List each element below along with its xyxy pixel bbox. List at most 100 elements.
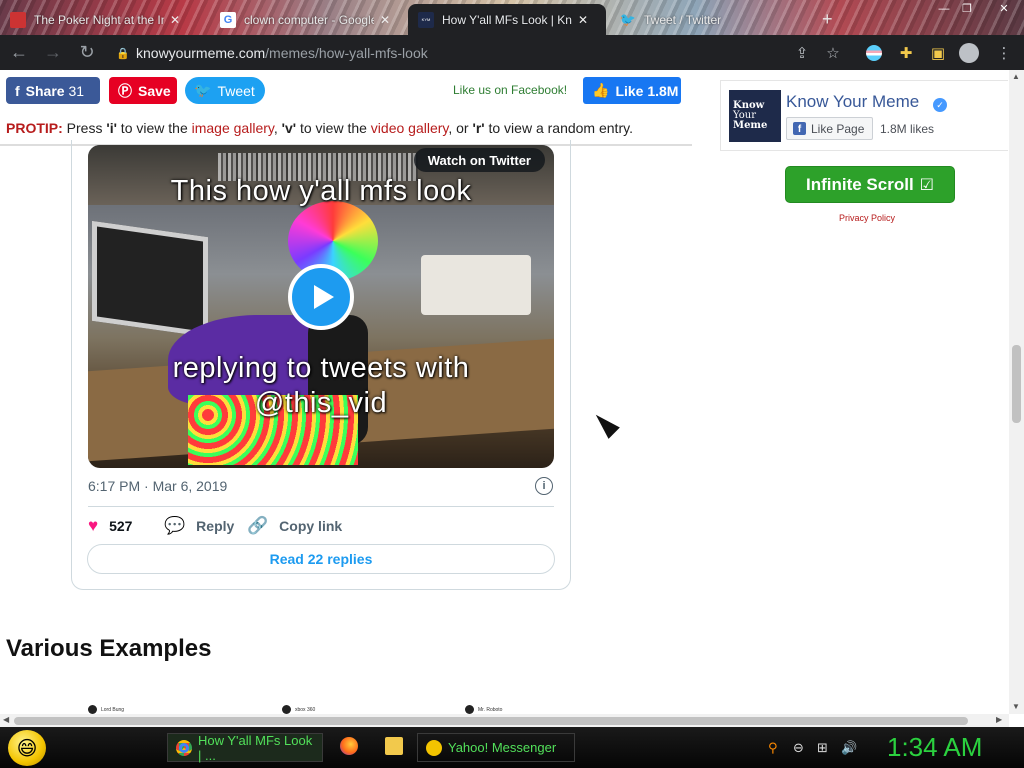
horizontal-scrollbar[interactable]: ◀ ▶	[0, 714, 1009, 727]
thumbnail-username: xbox 360	[295, 706, 316, 713]
tweet-video[interactable]: This how y'all mfs look replying to twee…	[88, 145, 554, 468]
play-button[interactable]	[288, 264, 354, 330]
twitter-bird-icon: 🐦	[194, 82, 212, 98]
logo-text: Meme	[733, 120, 768, 131]
scroll-down-arrow-icon[interactable]: ▼	[1012, 702, 1020, 711]
minimize-icon[interactable]: —	[935, 2, 953, 16]
share-count: 31	[68, 82, 85, 99]
tweet-like-button[interactable]: ♥ 527	[88, 516, 132, 536]
tab-google-search[interactable]: G clown computer - Google Search ✕	[210, 4, 405, 35]
browser-tab-bar: The Poker Night at the Inventory ✕ G clo…	[0, 0, 1024, 35]
like-count: 1.8M	[647, 82, 679, 99]
tab-title: Tweet / Twitter	[644, 12, 722, 27]
close-tab-icon[interactable]: ✕	[380, 13, 390, 27]
restore-icon[interactable]: ❐	[958, 2, 976, 16]
facebook-share-button[interactable]: f Share 31	[6, 77, 100, 104]
chrome-icon	[176, 739, 192, 756]
video-monitor	[92, 220, 208, 338]
twitter-favicon-icon: 🐦	[619, 11, 637, 27]
image-gallery-link[interactable]: image gallery	[192, 120, 274, 136]
privacy-policy-link[interactable]: Privacy Policy	[839, 213, 895, 223]
pinterest-icon: Ⓟ	[118, 82, 132, 99]
close-window-icon[interactable]: ✕	[995, 2, 1013, 16]
facebook-icon: f	[793, 122, 806, 135]
like-page-button[interactable]: f Like Page	[786, 117, 874, 140]
scrollbar-thumb[interactable]	[1012, 345, 1021, 423]
avatar	[465, 705, 474, 714]
watch-on-twitter-button[interactable]: Watch on Twitter	[413, 148, 545, 172]
kym-favicon-icon: KYM	[418, 11, 434, 28]
example-thumbnail[interactable]: xbox 360	[282, 705, 315, 714]
kebab-menu-icon[interactable]: ⋮	[994, 43, 1014, 63]
volume-icon[interactable]: 🔊	[841, 740, 857, 756]
protip-key: 'i'	[106, 120, 117, 136]
infinite-scroll-label: Infinite Scroll	[805, 174, 914, 194]
tab-twitter[interactable]: 🐦 Tweet / Twitter	[610, 4, 810, 35]
video-caption-bottom: replying to tweets with	[172, 352, 470, 384]
tab-kym-active[interactable]: KYM How Y'all MFs Look | Know Your Meme …	[408, 4, 606, 35]
tweet-label: Tweet	[217, 82, 255, 99]
thumbnail-username: Mr. Roboto	[478, 706, 503, 713]
kym-logo[interactable]: Know Your Meme	[729, 90, 781, 142]
folder-icon[interactable]	[385, 737, 403, 755]
search-icon[interactable]: ⚲	[768, 740, 778, 756]
protip-text: ,	[273, 120, 282, 136]
puzzle-extensions-icon[interactable]: ✚	[896, 43, 916, 63]
network-icon[interactable]: ⊞	[817, 740, 828, 756]
tweet-button[interactable]: 🐦 Tweet	[185, 77, 265, 104]
taskbar-chrome-window[interactable]: How Y'all MFs Look | ...	[167, 732, 323, 763]
tab-poker-night[interactable]: The Poker Night at the Inventory ✕	[0, 4, 205, 35]
example-thumbnail[interactable]: Mr. Roboto	[465, 705, 502, 714]
new-tab-label: +	[822, 9, 833, 29]
info-icon[interactable]: i	[535, 477, 553, 495]
extension-flag-icon[interactable]	[864, 43, 884, 63]
protip-banner: PROTIP: Press 'i' to view the image gall…	[6, 120, 633, 136]
taskbar-yahoo-messenger[interactable]: Yahoo! Messenger	[417, 733, 575, 762]
protip-text: to view the	[296, 120, 371, 136]
copy-link-button[interactable]: 🔗 Copy link	[247, 516, 342, 536]
scroll-left-arrow-icon[interactable]: ◀	[3, 715, 9, 724]
start-button[interactable]: 😄	[8, 730, 46, 766]
verified-badge-icon: ✓	[933, 98, 947, 112]
facebook-page-name[interactable]: Know Your Meme	[786, 92, 919, 112]
side-panel-icon[interactable]: ▣	[928, 43, 948, 63]
tweet-timestamp[interactable]: 6:17 PM · Mar 6, 2019	[88, 478, 227, 494]
like-label: Like	[615, 82, 644, 99]
protip-text: , or	[448, 120, 473, 136]
protip-text: to view a random entry.	[484, 120, 633, 136]
read-replies-button[interactable]: Read 22 replies	[87, 544, 555, 574]
scroll-right-arrow-icon[interactable]: ▶	[996, 715, 1002, 724]
profile-avatar-icon[interactable]	[959, 43, 979, 63]
scroll-up-arrow-icon[interactable]: ▲	[1012, 72, 1020, 81]
facebook-like-button[interactable]: 👍 Like 1.8M	[583, 77, 681, 104]
firefox-icon[interactable]	[340, 737, 358, 755]
facebook-icon: f	[15, 82, 20, 99]
system-clock[interactable]: 1:34 AM	[887, 732, 982, 763]
example-thumbnail[interactable]: Lord Bung	[88, 705, 124, 714]
back-arrow-icon[interactable]: ←	[4, 38, 34, 68]
video-caption-bottom: @this_vid	[254, 387, 388, 419]
new-tab-button[interactable]: +	[812, 4, 842, 35]
video-caption-top: This how y'all mfs look	[170, 175, 472, 207]
task-label: How Y'all MFs Look | ...	[198, 732, 313, 763]
scrollbar-thumb[interactable]	[14, 717, 968, 725]
vertical-scrollbar[interactable]: ▲ ▼	[1009, 70, 1024, 714]
forward-arrow-icon[interactable]: →	[38, 38, 68, 68]
address-bar[interactable]: 🔒 knowyourmeme.com/memes/how-yall-mfs-lo…	[110, 39, 770, 66]
tweet-reply-button[interactable]: 💬 Reply	[164, 516, 234, 536]
page-content: f Share 31 Ⓟ Save 🐦 Tweet Like us on Fac…	[0, 70, 1009, 714]
infinite-scroll-button[interactable]: Infinite Scroll ☑	[785, 166, 955, 203]
bookmark-star-icon[interactable]: ☆	[823, 43, 843, 63]
minus-circle-icon[interactable]: ⊖	[793, 740, 804, 756]
video-gallery-link[interactable]: video gallery	[371, 120, 449, 136]
reload-icon[interactable]: ↻	[72, 38, 102, 68]
close-tab-icon[interactable]: ✕	[170, 13, 180, 27]
page-likes-count: 1.8M likes	[880, 122, 935, 136]
share-icon[interactable]: ⇪	[792, 43, 812, 63]
close-tab-icon[interactable]: ✕	[578, 13, 588, 27]
like-us-on-facebook-text[interactable]: Like us on Facebook!	[453, 83, 567, 97]
reply-label: Reply	[196, 518, 235, 534]
heart-icon: ♥	[88, 516, 99, 535]
pinterest-save-button[interactable]: Ⓟ Save	[109, 77, 177, 104]
yahoo-smiley-icon	[426, 739, 442, 756]
